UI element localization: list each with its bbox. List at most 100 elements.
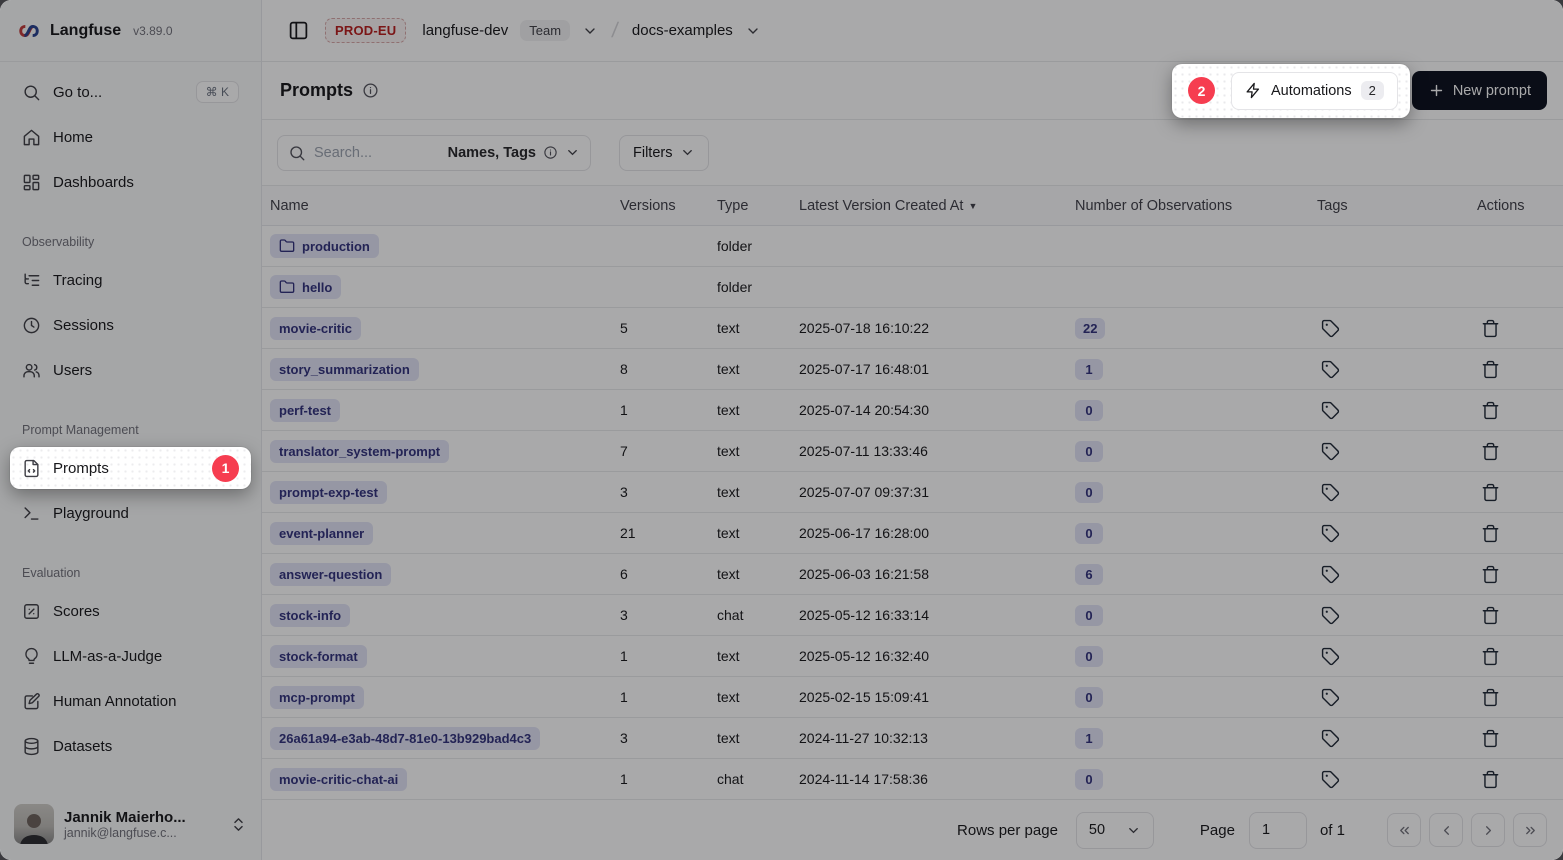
rows-per-page-select[interactable]: 50: [1076, 812, 1154, 849]
delete-button[interactable]: [1477, 766, 1504, 793]
delete-button[interactable]: [1477, 684, 1504, 711]
prompt-name-badge[interactable]: mcp-prompt: [270, 686, 364, 709]
prompt-name-badge[interactable]: translator_system-prompt: [270, 440, 449, 463]
column-header-tags[interactable]: Tags: [1309, 198, 1469, 214]
sidebar-item-dashboards[interactable]: Dashboards: [12, 164, 249, 200]
tag-button[interactable]: [1317, 315, 1344, 342]
sidebar-item-sessions[interactable]: Sessions: [12, 307, 249, 343]
cell-type: text: [709, 484, 791, 500]
cell-tags: [1309, 725, 1469, 752]
cell-observations: 6: [1067, 564, 1309, 585]
prompt-name-badge[interactable]: 26a61a94-e3ab-48d7-81e0-13b929bad4c3: [270, 727, 540, 750]
dashboard-icon: [22, 173, 41, 192]
prompt-name-badge[interactable]: stock-info: [270, 604, 350, 627]
delete-button[interactable]: [1477, 643, 1504, 670]
prompt-name-badge[interactable]: perf-test: [270, 399, 340, 422]
sidebar-item-goto[interactable]: Go to... ⌘ K: [12, 74, 249, 110]
column-header-versions[interactable]: Versions: [612, 198, 709, 214]
info-icon[interactable]: [362, 82, 379, 99]
cell-tags: [1309, 520, 1469, 547]
app-title: Langfuse: [50, 22, 121, 40]
trash-icon: [1481, 401, 1500, 420]
tag-button[interactable]: [1317, 356, 1344, 383]
sidebar-item-label: Home: [53, 129, 93, 146]
prev-page-button[interactable]: [1429, 813, 1463, 847]
prompts-icon: [22, 459, 41, 478]
sidebar-nav: Go to... ⌘ K Home Dashboards Observabili…: [0, 62, 261, 792]
chevron-down-icon: [565, 145, 580, 160]
sidebar-item-human-annotation[interactable]: Human Annotation: [12, 683, 249, 719]
tag-button[interactable]: [1317, 438, 1344, 465]
delete-button[interactable]: [1477, 520, 1504, 547]
sidebar-item-label: Dashboards: [53, 174, 134, 191]
cell-name: movie-critic: [262, 317, 612, 340]
tag-button[interactable]: [1317, 397, 1344, 424]
delete-button[interactable]: [1477, 725, 1504, 752]
sidebar-item-users[interactable]: Users: [12, 352, 249, 388]
table-row: prompt-exp-test 3 text 2025-07-07 09:37:…: [262, 472, 1563, 513]
cell-versions: 21: [612, 525, 709, 541]
delete-button[interactable]: [1477, 397, 1504, 424]
tag-button[interactable]: [1317, 766, 1344, 793]
sidebar-item-datasets[interactable]: Datasets: [12, 728, 249, 764]
sidebar-item-playground[interactable]: Playground: [12, 495, 249, 531]
cell-tags: [1309, 766, 1469, 793]
column-header-type[interactable]: Type: [709, 198, 791, 214]
column-header-observations[interactable]: Number of Observations: [1067, 198, 1309, 214]
cell-observations: 1: [1067, 728, 1309, 749]
cell-observations: 0: [1067, 400, 1309, 421]
sidebar-item-home[interactable]: Home: [12, 119, 249, 155]
filters-button[interactable]: Filters: [619, 135, 709, 171]
delete-button[interactable]: [1477, 438, 1504, 465]
tag-button[interactable]: [1317, 725, 1344, 752]
user-menu[interactable]: Jannik Maierho... jannik@langfuse.c...: [0, 792, 261, 860]
new-prompt-button[interactable]: New prompt: [1412, 71, 1547, 110]
prompt-name-badge[interactable]: movie-critic: [270, 317, 361, 340]
tag-button[interactable]: [1317, 643, 1344, 670]
prompt-name-badge[interactable]: stock-format: [270, 645, 367, 668]
tag-button[interactable]: [1317, 602, 1344, 629]
delete-button[interactable]: [1477, 479, 1504, 506]
search-scope-selector[interactable]: Names, Tags: [448, 145, 580, 161]
project-switcher-chevron[interactable]: [745, 23, 761, 39]
first-page-button[interactable]: [1387, 813, 1421, 847]
section-observability: Observability: [12, 235, 249, 249]
org-switcher-chevron[interactable]: [582, 23, 598, 39]
last-page-button[interactable]: [1513, 813, 1547, 847]
page-input[interactable]: [1249, 812, 1307, 849]
prompt-name: mcp-prompt: [279, 690, 355, 705]
prompt-name-badge[interactable]: prompt-exp-test: [270, 481, 387, 504]
tag-button[interactable]: [1317, 684, 1344, 711]
prompt-name-badge[interactable]: production: [270, 234, 379, 258]
column-header-name[interactable]: Name: [262, 198, 612, 214]
sidebar-toggle-button[interactable]: [284, 16, 313, 45]
pager: [1387, 813, 1547, 847]
search-input[interactable]: [314, 145, 440, 161]
tag-button[interactable]: [1317, 479, 1344, 506]
column-header-created[interactable]: Latest Version Created At▼: [791, 198, 1067, 214]
filters-label: Filters: [633, 145, 672, 161]
delete-button[interactable]: [1477, 561, 1504, 588]
prompt-name: answer-question: [279, 567, 382, 582]
prompt-name-badge[interactable]: movie-critic-chat-ai: [270, 768, 407, 791]
sidebar-item-prompts[interactable]: Prompts 1: [10, 447, 251, 489]
next-page-button[interactable]: [1471, 813, 1505, 847]
delete-button[interactable]: [1477, 602, 1504, 629]
delete-button[interactable]: [1477, 315, 1504, 342]
tag-button[interactable]: [1317, 520, 1344, 547]
prompt-name-badge[interactable]: event-planner: [270, 522, 373, 545]
table-row: stock-info 3 chat 2025-05-12 16:33:14 0: [262, 595, 1563, 636]
prompt-name-badge[interactable]: story_summarization: [270, 358, 419, 381]
prompt-name-badge[interactable]: hello: [270, 275, 341, 299]
automations-button[interactable]: Automations 2: [1231, 72, 1398, 110]
org-name[interactable]: langfuse-dev: [422, 22, 508, 39]
sidebar-item-llm-judge[interactable]: LLM-as-a-Judge: [12, 638, 249, 674]
tag-button[interactable]: [1317, 561, 1344, 588]
tag-icon: [1321, 606, 1340, 625]
delete-button[interactable]: [1477, 356, 1504, 383]
sidebar-item-scores[interactable]: Scores: [12, 593, 249, 629]
sidebar-item-tracing[interactable]: Tracing: [12, 262, 249, 298]
database-icon: [22, 737, 41, 756]
project-name[interactable]: docs-examples: [632, 22, 733, 39]
prompt-name-badge[interactable]: answer-question: [270, 563, 391, 586]
